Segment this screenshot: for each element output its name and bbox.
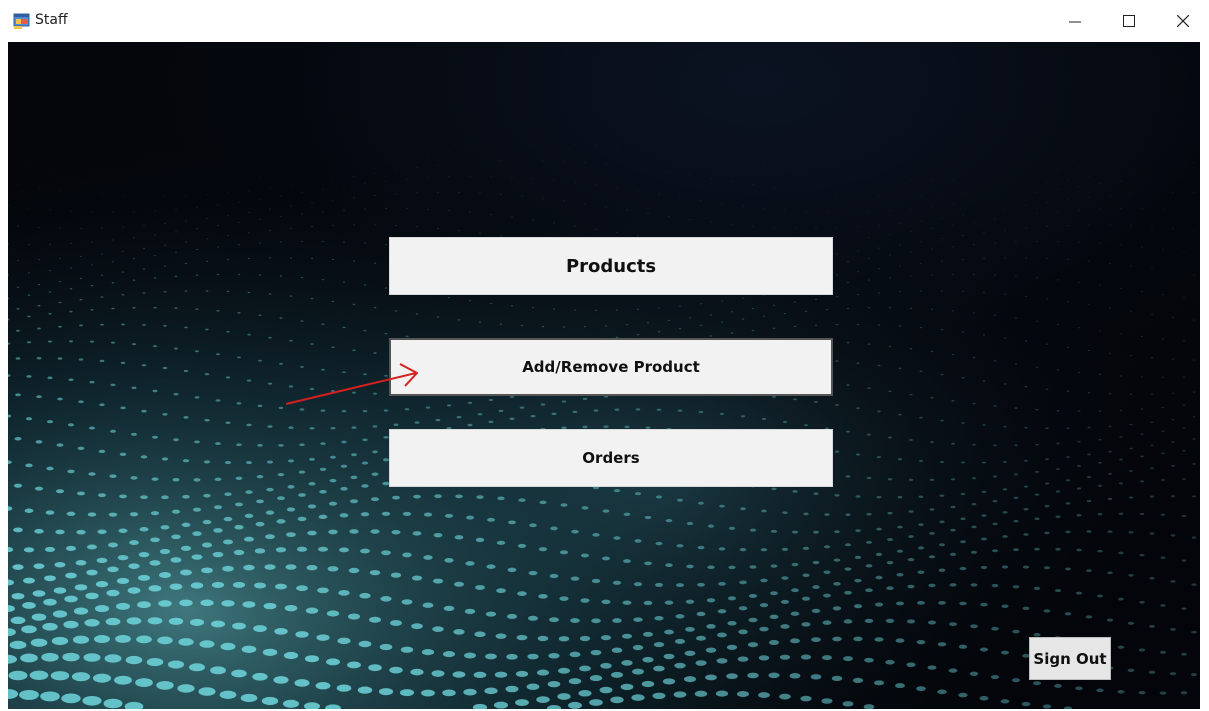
- orders-button[interactable]: Orders: [389, 429, 833, 487]
- window-title: Staff: [35, 12, 68, 28]
- app-icon: [13, 12, 30, 29]
- maximize-icon: [1123, 15, 1135, 27]
- close-button[interactable]: [1160, 0, 1206, 42]
- products-button[interactable]: Products: [389, 237, 833, 295]
- staff-form-client-area: Products Add/Remove Product Orders Sign …: [8, 42, 1200, 709]
- title-bar: Staff: [0, 0, 1209, 42]
- sign-out-button[interactable]: Sign Out: [1029, 637, 1111, 680]
- minimize-button[interactable]: [1052, 0, 1098, 42]
- maximize-button[interactable]: [1106, 0, 1152, 42]
- minimize-icon: [1069, 21, 1081, 23]
- close-icon: [1177, 15, 1189, 27]
- add-remove-product-button[interactable]: Add/Remove Product: [389, 338, 833, 396]
